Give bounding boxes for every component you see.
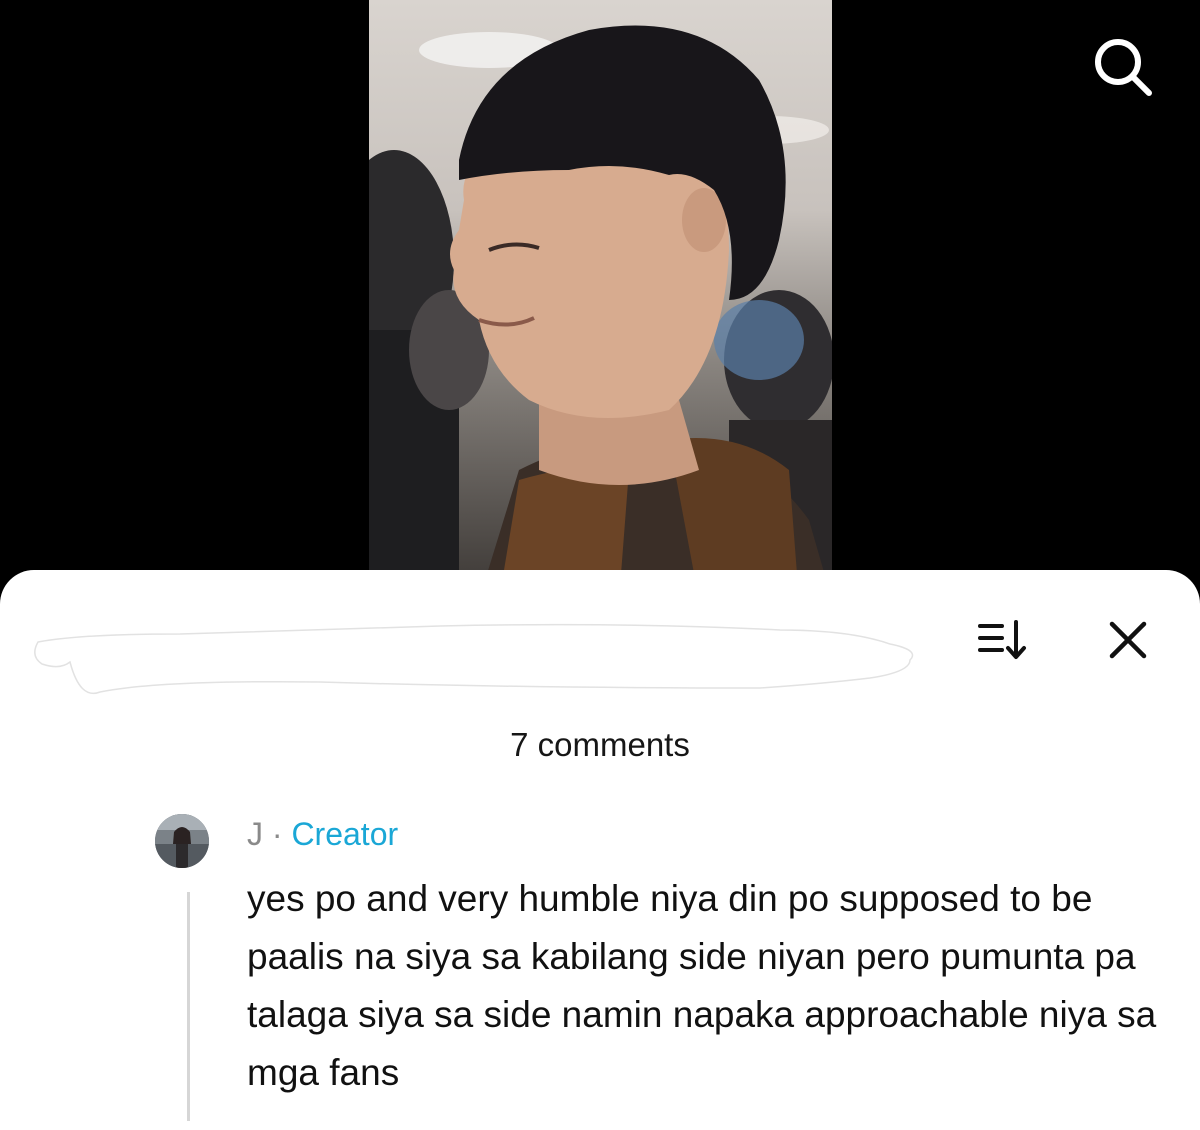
close-icon [1109,621,1147,659]
sort-icon [978,620,1026,659]
reply-thread-line [187,892,190,1121]
comment-text: yes po and very humble niya din po suppo… [247,878,1157,1093]
comments-sheet: 7 comments J · Creator yes po and very h… [0,570,1200,1130]
sort-button[interactable] [978,618,1030,662]
separator-dot: · [271,816,283,852]
avatar-image [155,814,209,868]
video-frame[interactable] [369,0,832,600]
video-player[interactable] [0,0,1200,600]
redacted-title [34,623,914,695]
avatar[interactable] [155,814,209,868]
search-button[interactable] [1086,30,1158,102]
comment-header: J · Creator [247,816,398,853]
comments-count: 7 comments [510,726,690,763]
comment-author[interactable]: J [247,816,263,852]
creator-badge: Creator [291,816,399,852]
video-still-image [369,25,832,600]
search-icon [1095,39,1152,96]
close-button[interactable] [1104,616,1152,664]
